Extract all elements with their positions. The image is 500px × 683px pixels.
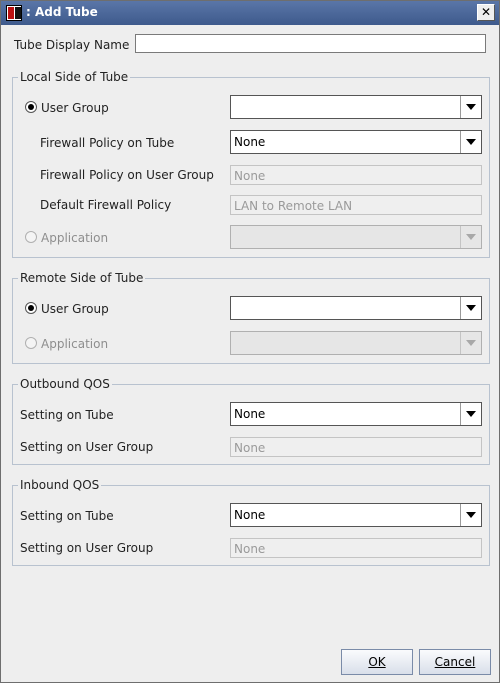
outbound-tube-value: None: [234, 407, 266, 421]
chevron-down-icon[interactable]: [460, 131, 481, 153]
cancel-button[interactable]: Cancel: [419, 649, 491, 675]
remote-user-group-label: User Group: [41, 302, 109, 316]
inbound-user-group-field: None: [230, 538, 482, 558]
chevron-down-icon[interactable]: [460, 96, 481, 118]
local-side-title: Local Side of Tube: [18, 70, 131, 84]
inbound-tube-value: None: [234, 508, 266, 522]
local-application-radio[interactable]: [25, 231, 37, 243]
inbound-user-group-label: Setting on User Group: [20, 541, 154, 555]
chevron-down-icon[interactable]: [460, 403, 481, 425]
tube-display-name-label: Tube Display Name: [14, 38, 130, 52]
chevron-down-icon[interactable]: [460, 504, 481, 526]
fw-policy-tube-label: Firewall Policy on Tube: [40, 136, 175, 150]
fw-policy-tube-dropdown[interactable]: None: [230, 130, 482, 154]
remote-application-dropdown[interactable]: [230, 331, 482, 355]
app-logo-icon: [6, 5, 22, 21]
inbound-qos-title: Inbound QOS: [18, 478, 102, 492]
title-bar[interactable]: : Add Tube ✕: [1, 1, 499, 25]
tube-display-name-input[interactable]: [135, 34, 486, 53]
outbound-qos-title: Outbound QOS: [18, 377, 112, 391]
chevron-down-icon: [460, 226, 481, 248]
local-user-group-label: User Group: [41, 101, 109, 115]
chevron-down-icon[interactable]: [460, 297, 481, 319]
remote-application-label: Application: [41, 337, 109, 351]
remote-application-radio[interactable]: [25, 337, 37, 349]
local-application-label: Application: [41, 231, 109, 245]
outbound-user-group-field: None: [230, 437, 482, 457]
fw-policy-user-group-field: None: [230, 165, 482, 185]
default-fw-policy-field: LAN to Remote LAN: [230, 195, 482, 215]
cancel-button-label: Cancel: [434, 655, 476, 669]
remote-side-title: Remote Side of Tube: [18, 271, 146, 285]
outbound-user-group-label: Setting on User Group: [20, 440, 154, 454]
chevron-down-icon: [460, 332, 481, 354]
window-title: : Add Tube: [26, 5, 98, 19]
remote-user-group-radio[interactable]: [25, 302, 37, 314]
fw-policy-user-group-value: None: [234, 169, 266, 183]
inbound-tube-dropdown[interactable]: None: [230, 503, 482, 527]
outbound-tube-dropdown[interactable]: None: [230, 402, 482, 426]
fw-policy-user-group-label: Firewall Policy on User Group: [40, 168, 214, 182]
local-user-group-dropdown[interactable]: [230, 95, 482, 119]
ok-button-label: OK: [368, 655, 386, 669]
local-application-dropdown[interactable]: [230, 225, 482, 249]
default-fw-policy-value: LAN to Remote LAN: [234, 199, 353, 213]
add-tube-dialog: : Add Tube ✕ Tube Display Name Local Sid…: [0, 0, 500, 683]
outbound-tube-label: Setting on Tube: [20, 408, 114, 422]
outbound-user-group-value: None: [234, 441, 266, 455]
local-user-group-radio[interactable]: [25, 101, 37, 113]
inbound-tube-label: Setting on Tube: [20, 509, 114, 523]
ok-button[interactable]: OK: [341, 649, 413, 675]
fw-policy-tube-value: None: [234, 135, 266, 149]
default-fw-policy-label: Default Firewall Policy: [40, 198, 172, 212]
remote-user-group-dropdown[interactable]: [230, 296, 482, 320]
close-button[interactable]: ✕: [477, 4, 495, 21]
inbound-user-group-value: None: [234, 542, 266, 556]
